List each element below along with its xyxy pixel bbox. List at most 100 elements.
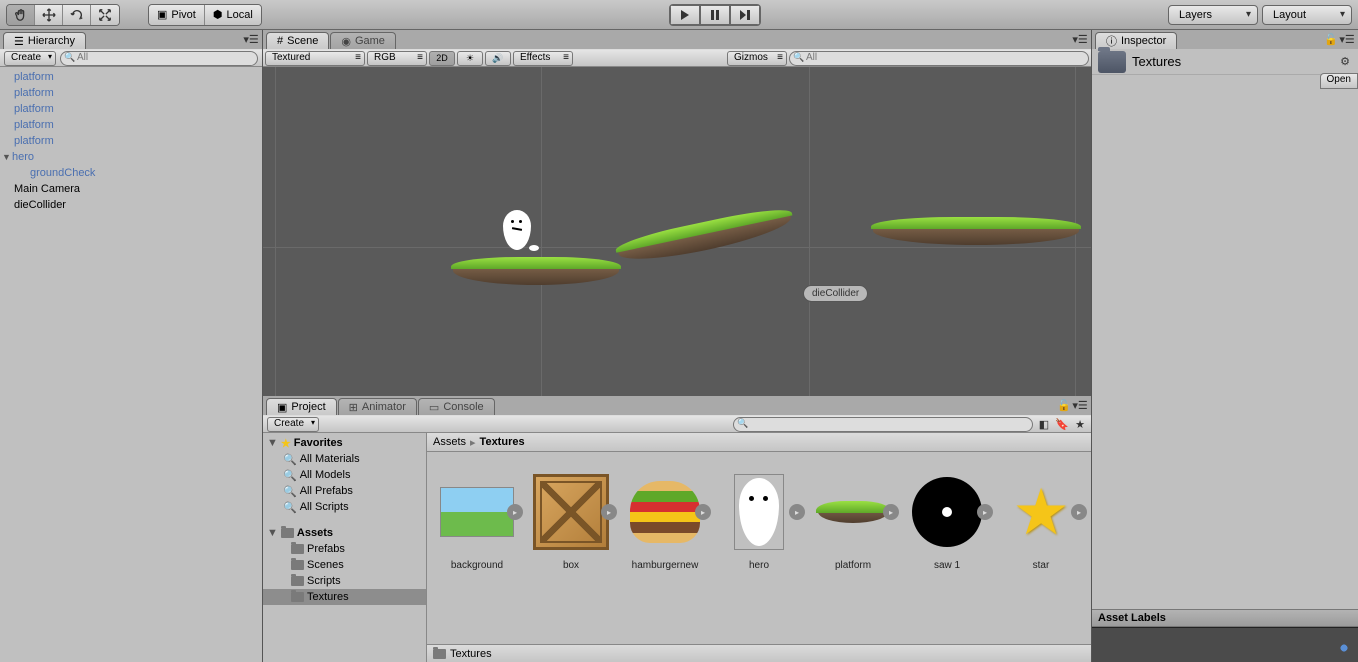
hierarchy-search-placeholder: All: [77, 52, 88, 63]
local-toggle[interactable]: ⬢ Local: [205, 5, 261, 25]
open-button[interactable]: Open: [1320, 73, 1358, 89]
hierarchy-item[interactable]: platform: [0, 85, 262, 101]
play-button[interactable]: [670, 5, 700, 25]
panel-options-icon[interactable]: ▾☰: [244, 32, 258, 46]
expand-icon[interactable]: ▸: [1071, 504, 1087, 520]
favorite-item[interactable]: 🔍All Materials: [263, 451, 426, 467]
step-button[interactable]: [730, 5, 760, 25]
gizmos-dropdown[interactable]: Gizmos: [727, 51, 787, 66]
scene-search-placeholder: All: [806, 52, 817, 63]
scene-platform[interactable]: [871, 217, 1081, 247]
folder-item[interactable]: Textures: [263, 589, 426, 605]
inspector-title: Textures: [1132, 54, 1181, 69]
diecollider-label[interactable]: dieCollider: [803, 285, 868, 302]
folder-item[interactable]: Scripts: [263, 573, 426, 589]
hand-tool[interactable]: [7, 5, 35, 25]
asset-item[interactable]: ▸hero: [719, 472, 799, 571]
asset-item[interactable]: ▸hamburgernew: [625, 472, 705, 571]
shading-mode-dropdown[interactable]: Textured: [265, 51, 365, 66]
project-tree[interactable]: ▼★Favorites🔍All Materials🔍All Models🔍All…: [263, 433, 427, 662]
inspector-header-row: Textures ⚙: [1092, 49, 1358, 75]
hierarchy-list[interactable]: platformplatformplatformplatformplatform…: [0, 67, 262, 662]
component-options-icon[interactable]: ⚙: [1338, 55, 1352, 69]
inspector-panel-options-icon[interactable]: ▾☰: [1340, 32, 1354, 46]
filter-label-icon[interactable]: 🔖: [1055, 417, 1069, 431]
transform-tools: [6, 4, 120, 26]
scene-tab[interactable]: # Scene: [266, 32, 329, 49]
scene-hero[interactable]: [503, 210, 531, 250]
audio-toggle[interactable]: 🔊: [485, 51, 511, 66]
expand-icon[interactable]: ▸: [695, 504, 711, 520]
project-search[interactable]: [733, 417, 1033, 432]
favorite-item[interactable]: 🔍All Models: [263, 467, 426, 483]
inspector-preview[interactable]: [1092, 627, 1358, 662]
asset-item[interactable]: ▸platform: [813, 472, 893, 571]
expand-icon[interactable]: ▸: [883, 504, 899, 520]
filter-type-icon[interactable]: ◧: [1037, 417, 1051, 431]
breadcrumb-current[interactable]: Textures: [480, 436, 525, 448]
hierarchy-tab[interactable]: ☰ Hierarchy: [3, 32, 86, 49]
hierarchy-item[interactable]: dieCollider: [0, 197, 262, 213]
folder-item[interactable]: Scenes: [263, 557, 426, 573]
scene-view[interactable]: dieCollider: [263, 67, 1091, 396]
hierarchy-tab-label: Hierarchy: [28, 35, 75, 47]
expand-icon[interactable]: ▸: [789, 504, 805, 520]
light-toggle[interactable]: ☀: [457, 51, 483, 66]
hierarchy-item[interactable]: platform: [0, 101, 262, 117]
hierarchy-item[interactable]: platform: [0, 117, 262, 133]
pause-button[interactable]: [700, 5, 730, 25]
hierarchy-item[interactable]: groundCheck: [0, 165, 262, 181]
favorite-item[interactable]: 🔍All Scripts: [263, 499, 426, 515]
folder-icon: [1098, 51, 1126, 73]
scene-platform[interactable]: [614, 204, 796, 271]
move-tool[interactable]: [35, 5, 63, 25]
asset-item[interactable]: ▸background: [437, 472, 517, 571]
layout-dropdown[interactable]: Layout: [1262, 5, 1352, 25]
expand-icon[interactable]: ▸: [601, 504, 617, 520]
hierarchy-item[interactable]: Main Camera: [0, 181, 262, 197]
render-mode-dropdown[interactable]: RGB: [367, 51, 427, 66]
scene-platform[interactable]: [451, 257, 621, 287]
layers-dropdown[interactable]: Layers: [1168, 5, 1258, 25]
console-tab[interactable]: ▭ Console: [418, 398, 495, 415]
lock-icon[interactable]: 🔓: [1057, 398, 1071, 412]
breadcrumb-root[interactable]: Assets: [433, 436, 466, 448]
save-search-icon[interactable]: ★: [1073, 417, 1087, 431]
asset-item[interactable]: ▸saw 1: [907, 472, 987, 571]
asset-name: platform: [835, 560, 871, 571]
asset-item[interactable]: ▸box: [531, 472, 611, 571]
scale-tool[interactable]: [91, 5, 119, 25]
asset-item[interactable]: ★▸star: [1001, 472, 1081, 571]
project-create-button[interactable]: Create: [267, 417, 319, 432]
project-footer: Textures: [427, 644, 1091, 662]
project-tab[interactable]: ▣ Project: [266, 398, 337, 415]
assets-header[interactable]: ▼Assets: [263, 525, 426, 541]
favorites-header[interactable]: ▼★Favorites: [263, 435, 426, 451]
folder-item[interactable]: Prefabs: [263, 541, 426, 557]
effects-dropdown[interactable]: Effects: [513, 51, 573, 66]
breadcrumb: Assets ▸ Textures: [427, 433, 1091, 452]
game-tab[interactable]: ◉ Game: [330, 32, 396, 49]
2d-toggle[interactable]: 2D: [429, 51, 455, 66]
project-panel-options-icon[interactable]: ▾☰: [1073, 398, 1087, 412]
asset-grid[interactable]: ▸background▸box▸hamburgernew▸hero▸platfo…: [427, 452, 1091, 644]
expand-icon[interactable]: ▸: [507, 504, 523, 520]
game-tab-label: Game: [355, 35, 385, 47]
project-panel: ▣ Project ⊞ Animator ▭ Console 🔓 ▾☰ Crea…: [263, 396, 1091, 662]
hierarchy-search[interactable]: All: [60, 51, 258, 66]
hierarchy-item[interactable]: platform: [0, 69, 262, 85]
hierarchy-item[interactable]: platform: [0, 133, 262, 149]
rotate-tool[interactable]: [63, 5, 91, 25]
scene-panel-options-icon[interactable]: ▾☰: [1073, 32, 1087, 46]
hierarchy-item[interactable]: ▼hero: [0, 149, 262, 165]
inspector-tab-label: Inspector: [1121, 35, 1166, 47]
pivot-toggle[interactable]: ▣ Pivot: [149, 5, 205, 25]
inspector-lock-icon[interactable]: 🔓: [1324, 32, 1338, 46]
hierarchy-create-button[interactable]: Create: [4, 51, 56, 66]
asset-labels-header[interactable]: Asset Labels: [1092, 609, 1358, 627]
animator-tab[interactable]: ⊞ Animator: [338, 398, 417, 415]
asset-name: background: [451, 560, 503, 571]
favorite-item[interactable]: 🔍All Prefabs: [263, 483, 426, 499]
expand-icon[interactable]: ▸: [977, 504, 993, 520]
scene-search[interactable]: All: [789, 51, 1089, 66]
